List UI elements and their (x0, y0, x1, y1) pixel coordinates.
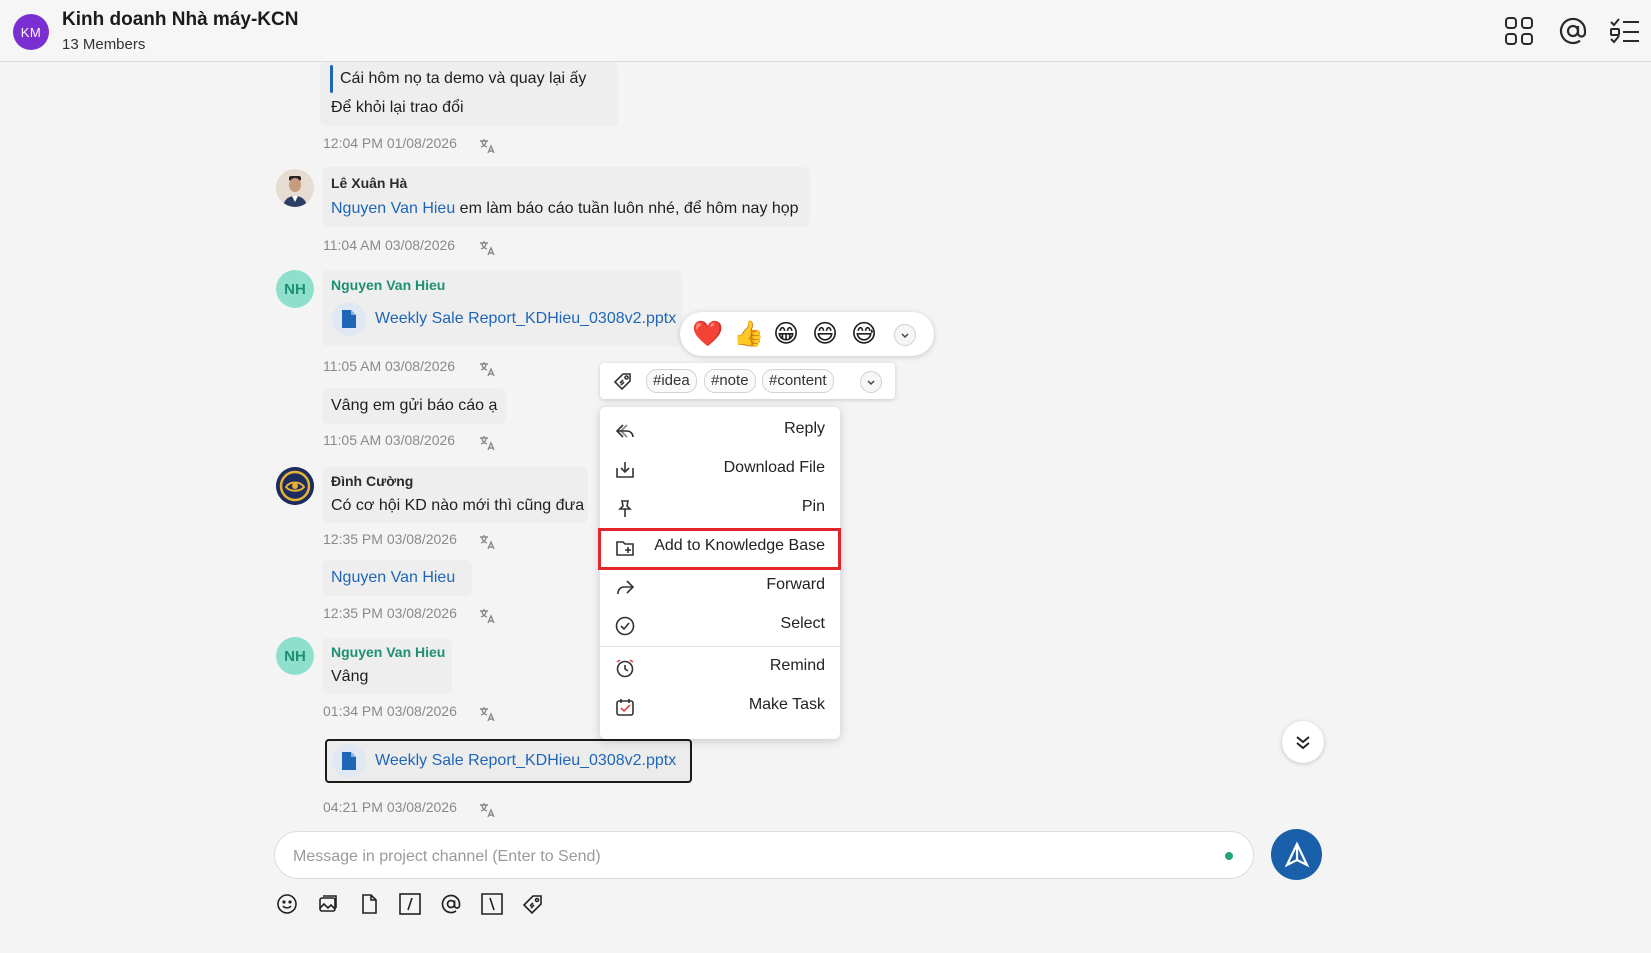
task-list-icon[interactable] (1608, 14, 1642, 48)
message-text: Nguyen Van Hieu em làm báo cáo tuần luôn… (331, 200, 799, 218)
reaction-bar: ❤️ 👍 😁 😄 😅 (680, 312, 934, 356)
mention-icon[interactable] (438, 891, 464, 917)
channel-header: KM Kinh doanh Nhà máy-KCN 13 Members (0, 0, 1651, 62)
menu-item-label: Remind (769, 657, 825, 674)
send-button[interactable] (1271, 829, 1322, 880)
message-text: Để khỏi lại trao đổi (331, 99, 464, 116)
backslash-icon[interactable] (479, 891, 505, 917)
task-calendar-icon (616, 699, 634, 716)
smile-reaction[interactable]: 😄 (812, 318, 838, 350)
menu-item-select[interactable]: Select (600, 606, 840, 644)
menu-item-label: Select (780, 615, 825, 632)
menu-item-remind[interactable]: Remind (600, 648, 840, 686)
sender-name[interactable]: Nguyen Van Hieu (331, 277, 445, 293)
menu-item-make-task[interactable]: Make Task (600, 687, 840, 725)
document-icon[interactable] (332, 744, 366, 778)
menu-item-reply[interactable]: Reply (600, 411, 840, 449)
message-time: 11:05 AM 03/08/2026 (323, 432, 456, 448)
menu-item-forward[interactable]: Forward (600, 567, 840, 605)
message-input[interactable] (291, 844, 1195, 870)
status-dot (1225, 852, 1233, 860)
tag-pill-content[interactable]: #content (762, 369, 834, 393)
message-time: 11:04 AM 03/08/2026 (323, 237, 456, 253)
channel-member-count[interactable]: 13 Members (62, 36, 145, 53)
check-circle-icon (615, 616, 635, 636)
message-time: 11:05 AM 03/08/2026 (323, 358, 456, 374)
translate-icon[interactable] (478, 533, 496, 551)
apps-grid-icon[interactable] (1502, 14, 1536, 48)
menu-item-label: Download File (723, 459, 825, 476)
thumbs-up-reaction[interactable]: 👍 (733, 318, 764, 350)
sweat-smile-reaction[interactable]: 😅 (851, 318, 877, 350)
tag-pill-note[interactable]: #note (704, 369, 756, 393)
menu-divider (600, 646, 840, 647)
message-time: 12:35 PM 03/08/2026 (323, 605, 457, 621)
avatar[interactable]: NH (276, 637, 314, 675)
slash-command-icon[interactable] (397, 891, 423, 917)
message-text: Vâng em gửi báo cáo ạ (331, 397, 498, 414)
mention-icon[interactable] (1556, 14, 1590, 48)
heart-reaction[interactable]: ❤️ (692, 318, 723, 350)
message-time: 04:21 PM 03/08/2026 (323, 799, 457, 815)
message-context-menu: Reply Download File Pin Add to Knowledge… (600, 407, 840, 739)
double-chevron-down-icon (1296, 736, 1310, 750)
send-icon (1284, 840, 1309, 867)
translate-icon[interactable] (478, 360, 496, 378)
message-time: 12:04 PM 01/08/2026 (323, 135, 457, 151)
message-composer (274, 831, 1254, 879)
user-mention[interactable]: Nguyen Van Hieu (331, 569, 455, 587)
alarm-clock-icon (616, 659, 634, 678)
avatar[interactable] (276, 467, 314, 505)
emoji-icon[interactable] (274, 891, 300, 917)
channel-avatar[interactable]: KM (13, 14, 49, 50)
translate-icon[interactable] (478, 801, 496, 819)
document-icon[interactable] (332, 302, 366, 336)
menu-item-label: Pin (801, 498, 825, 515)
avatar[interactable]: NH (276, 270, 314, 308)
avatar[interactable] (276, 169, 314, 207)
menu-item-label: Make Task (748, 696, 825, 713)
more-tags-chevron-down-icon[interactable] (860, 371, 882, 393)
channel-title: Kinh doanh Nhà máy-KCN (62, 9, 299, 30)
menu-item-label: Reply (784, 420, 825, 437)
translate-icon[interactable] (478, 434, 496, 452)
file-link[interactable]: Weekly Sale Report_KDHieu_0308v2.pptx (375, 310, 676, 328)
translate-icon[interactable] (478, 705, 496, 723)
tag-bar: #idea #note #content (600, 363, 895, 399)
quoted-text: Cái hôm nọ ta demo và quay lại ấy (340, 70, 587, 87)
grin-reaction[interactable]: 😁 (773, 318, 799, 350)
file-link[interactable]: Weekly Sale Report_KDHieu_0308v2.pptx (375, 752, 676, 770)
sender-name[interactable]: Lê Xuân Hà (331, 175, 407, 191)
sender-name[interactable]: Đình Cường (331, 473, 413, 489)
menu-item-pin[interactable]: Pin (600, 489, 840, 527)
message-body: em làm báo cáo tuần luôn nhé, để hôm nay… (455, 200, 799, 217)
tag-icon[interactable] (520, 891, 546, 917)
message-text: Có cơ hội KD nào mới thì cũng đưa (331, 497, 585, 514)
image-icon[interactable] (315, 891, 341, 917)
sender-name[interactable]: Nguyen Van Hieu (331, 644, 445, 660)
highlight-annotation (598, 528, 841, 570)
user-mention[interactable]: Nguyen Van Hieu (331, 200, 455, 217)
translate-icon[interactable] (478, 239, 496, 257)
translate-icon[interactable] (478, 137, 496, 155)
menu-item-label: Forward (766, 576, 825, 593)
tag-pill-idea[interactable]: #idea (646, 369, 697, 393)
more-reactions-chevron-down-icon[interactable] (894, 324, 916, 346)
message-text: Vâng (331, 668, 369, 685)
pin-icon (618, 500, 632, 517)
quote-bar (330, 65, 333, 93)
download-icon (616, 462, 634, 478)
translate-icon[interactable] (478, 607, 496, 625)
tag-icon[interactable] (612, 370, 634, 392)
message-time: 12:35 PM 03/08/2026 (323, 531, 457, 547)
scroll-to-bottom-button[interactable] (1282, 721, 1324, 763)
menu-item-download-file[interactable]: Download File (600, 450, 840, 488)
message-time: 01:34 PM 03/08/2026 (323, 703, 457, 719)
reply-icon (615, 424, 634, 438)
file-icon[interactable] (356, 891, 382, 917)
forward-icon (617, 580, 635, 594)
